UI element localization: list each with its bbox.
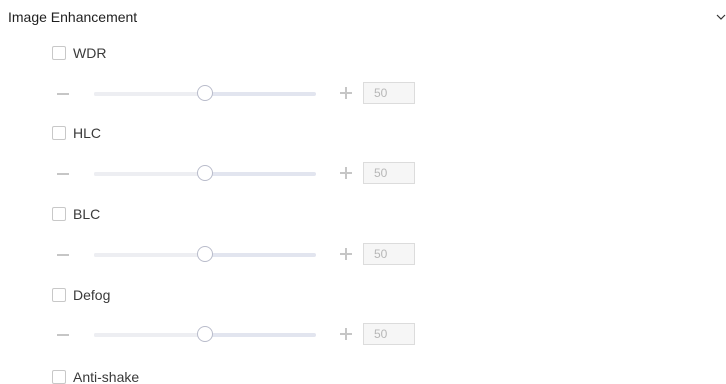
blc-value-input[interactable]: 50 xyxy=(363,243,415,265)
defog-label: Defog xyxy=(73,287,111,303)
anti-shake-checkbox[interactable] xyxy=(52,370,66,384)
defog-value-input[interactable]: 50 xyxy=(363,323,415,345)
chevron-down-icon[interactable] xyxy=(716,12,726,22)
wdr-label: WDR xyxy=(73,45,107,61)
blc-toggle[interactable]: BLC xyxy=(52,205,100,223)
plus-icon[interactable] xyxy=(340,167,352,179)
wdr-checkbox[interactable] xyxy=(52,46,66,60)
anti-shake-label: Anti-shake xyxy=(73,369,140,384)
hlc-value-input[interactable]: 50 xyxy=(363,162,415,184)
hlc-toggle[interactable]: HLC xyxy=(52,124,101,142)
section-title: Image Enhancement xyxy=(8,9,138,25)
hlc-slider-fill xyxy=(94,172,205,176)
defog-slider-thumb[interactable] xyxy=(197,326,213,342)
hlc-slider-thumb[interactable] xyxy=(197,165,213,181)
blc-slider-thumb[interactable] xyxy=(197,246,213,262)
minus-icon[interactable] xyxy=(57,173,69,175)
wdr-slider-row: 50 xyxy=(52,82,422,106)
plus-icon[interactable] xyxy=(340,328,352,340)
hlc-slider-row: 50 xyxy=(52,162,422,186)
blc-label: BLC xyxy=(73,206,101,222)
wdr-toggle[interactable]: WDR xyxy=(52,44,106,62)
image-enhancement-panel: Image Enhancement WDR 50 HLC 50 BLC 50 D… xyxy=(0,0,726,384)
defog-toggle[interactable]: Defog xyxy=(52,286,110,304)
wdr-slider-thumb[interactable] xyxy=(197,85,213,101)
defog-checkbox[interactable] xyxy=(52,288,66,302)
minus-icon[interactable] xyxy=(57,334,69,336)
defog-slider-fill xyxy=(94,333,205,337)
defog-slider-row: 50 xyxy=(52,323,422,347)
minus-icon[interactable] xyxy=(57,93,69,95)
hlc-label: HLC xyxy=(73,125,102,141)
blc-slider-fill xyxy=(94,253,205,257)
plus-icon[interactable] xyxy=(340,87,352,99)
blc-checkbox[interactable] xyxy=(52,207,66,221)
hlc-checkbox[interactable] xyxy=(52,126,66,140)
anti-shake-toggle[interactable]: Anti-shake xyxy=(52,368,139,384)
plus-icon[interactable] xyxy=(340,248,352,260)
minus-icon[interactable] xyxy=(57,254,69,256)
wdr-slider-fill xyxy=(94,92,205,96)
blc-slider-row: 50 xyxy=(52,243,422,267)
wdr-value-input[interactable]: 50 xyxy=(363,82,415,104)
